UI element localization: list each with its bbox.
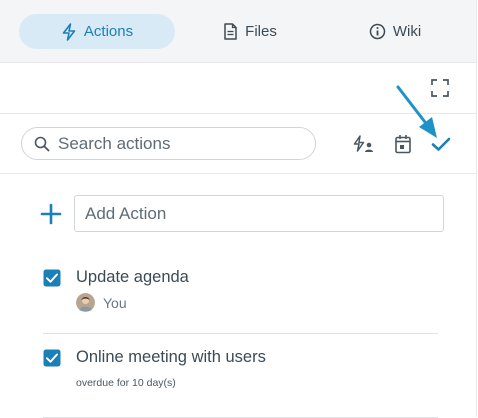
overdue-status: overdue for 10 day(s) (76, 377, 176, 389)
assignee: You (76, 293, 127, 312)
search-icon (34, 136, 50, 151)
search-input[interactable] (56, 132, 300, 155)
assigned-bolt-icon[interactable] (352, 134, 374, 154)
panel-edge (476, 0, 477, 417)
tab-wiki[interactable]: Wiki (345, 14, 445, 49)
plus-icon[interactable] (40, 203, 62, 225)
tab-bar: Actions Files Wiki (0, 0, 477, 62)
action-item: Update agenda You (43, 265, 438, 334)
action-checkbox[interactable] (43, 349, 61, 367)
search-divider (0, 173, 476, 174)
tab-wiki-label: Wiki (392, 23, 422, 40)
tab-files-label: Files (245, 23, 277, 40)
tab-files[interactable]: Files (200, 14, 300, 49)
info-icon (369, 23, 386, 40)
action-item: Online meeting with users overdue for 10… (43, 345, 438, 418)
annotation-arrow-icon (396, 85, 437, 138)
bolt-icon (62, 22, 76, 41)
search-box[interactable] (21, 127, 316, 160)
tab-actions[interactable]: Actions (19, 14, 175, 49)
tabs-divider (0, 62, 476, 63)
action-title[interactable]: Update agenda (76, 268, 189, 287)
file-icon (224, 23, 237, 40)
tab-actions-label: Actions (83, 23, 134, 40)
action-checkbox[interactable] (43, 269, 61, 287)
avatar (76, 293, 95, 312)
action-title[interactable]: Online meeting with users (76, 348, 266, 367)
assignee-name: You (103, 294, 127, 311)
add-action-input[interactable] (74, 195, 444, 232)
